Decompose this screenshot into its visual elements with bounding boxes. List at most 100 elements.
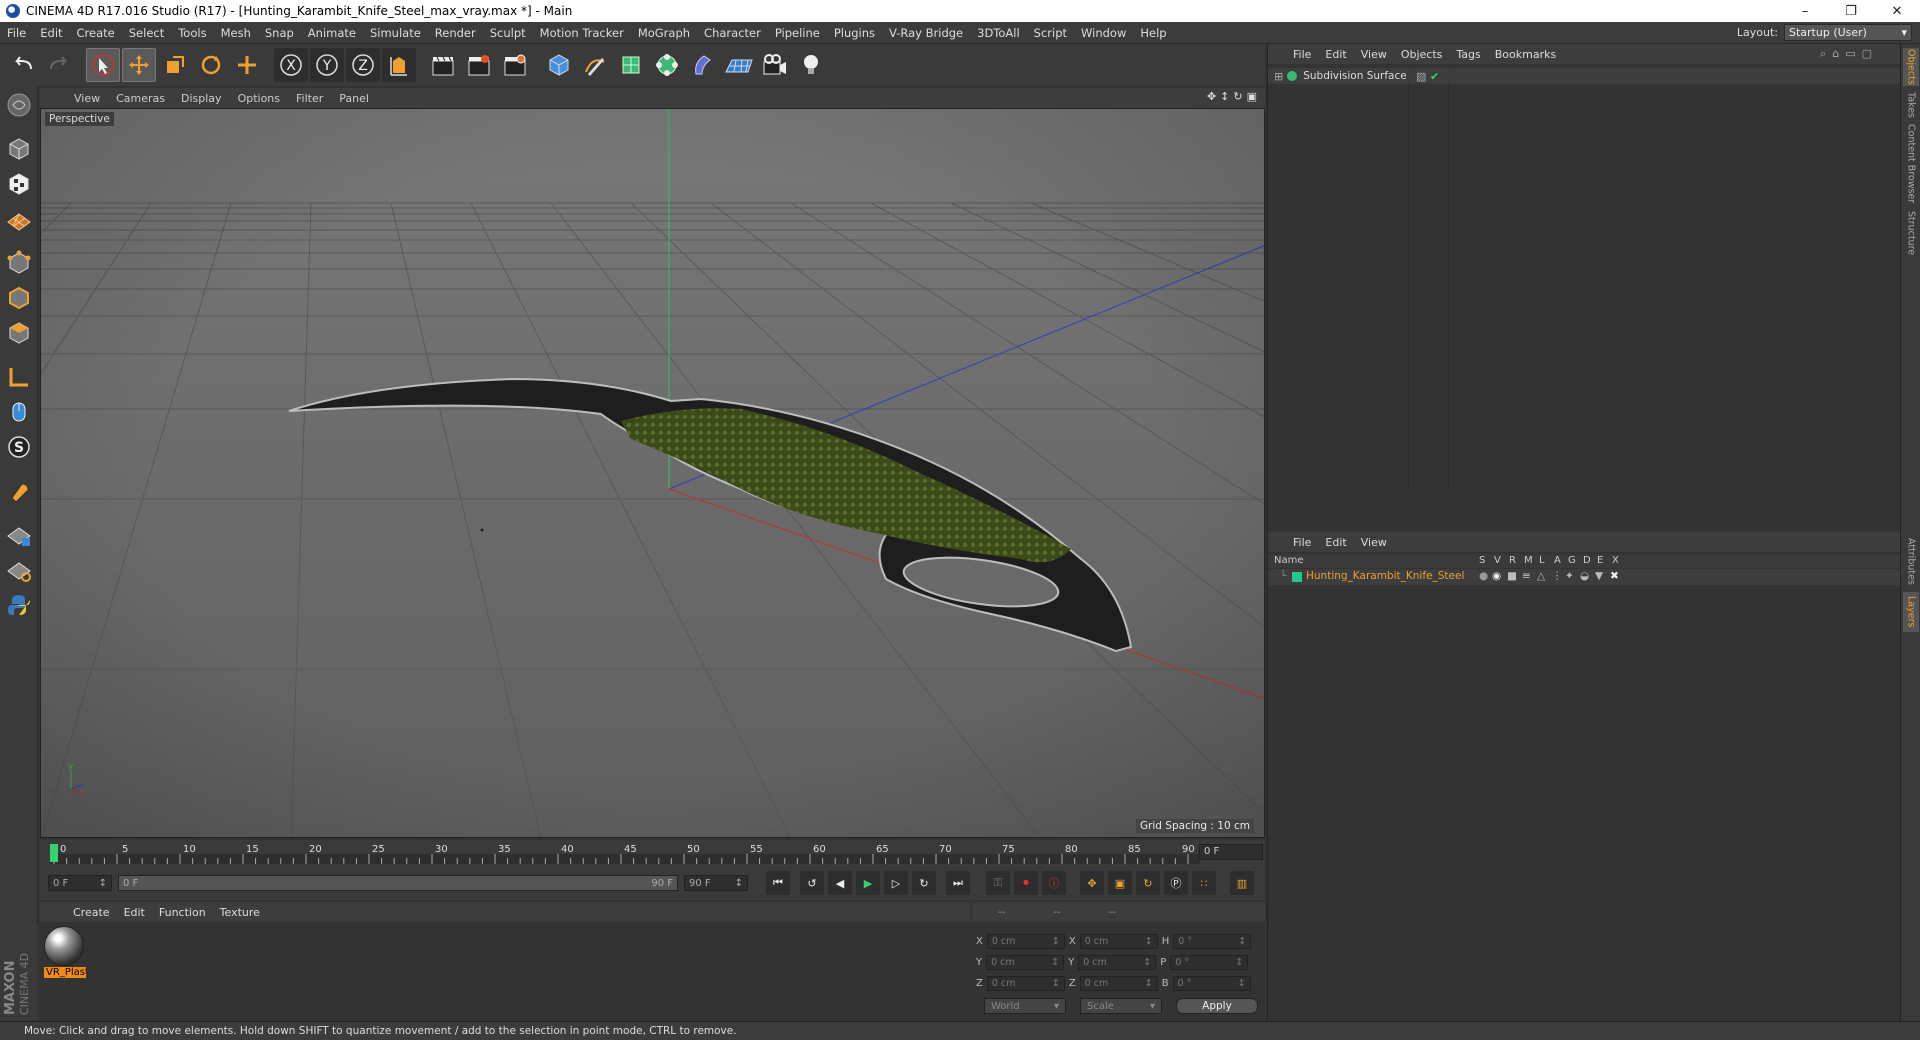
dolly-view-icon[interactable]: ↕ <box>1220 90 1229 103</box>
menu-motion-tracker[interactable]: Motion Tracker <box>533 26 631 40</box>
layer-color-swatch[interactable] <box>1292 572 1302 582</box>
pan-view-icon[interactable]: ✥ <box>1207 90 1216 103</box>
xref-toggle-icon[interactable]: ✖ <box>1610 570 1619 582</box>
stepper-icon[interactable]: ↕ <box>1238 978 1246 989</box>
animation-toggle-icon[interactable]: ⋮ <box>1552 570 1563 582</box>
layer-menu-file[interactable]: File <box>1286 536 1318 549</box>
tab-content-browser[interactable]: Content Browser <box>1903 124 1919 204</box>
snapping-button[interactable]: S <box>3 431 35 463</box>
start-frame-field[interactable]: 0 F ↕ <box>48 875 112 891</box>
menu-select[interactable]: Select <box>122 26 171 40</box>
key-pla-button[interactable]: ∷ <box>1192 871 1216 895</box>
expand-icon[interactable]: ⊞ <box>1274 70 1283 83</box>
menu-window[interactable]: Window <box>1074 26 1133 40</box>
edges-mode-button[interactable] <box>3 282 35 314</box>
record-motion-button[interactable]: ⚿ <box>986 871 1010 895</box>
stepper-icon[interactable]: ↕ <box>99 878 107 889</box>
layer-menu-edit[interactable]: Edit <box>1318 536 1353 549</box>
viewport-menu-display[interactable]: Display <box>173 92 230 105</box>
coordinate-system-button[interactable] <box>382 48 416 82</box>
object-menu-view[interactable]: View <box>1354 48 1394 61</box>
material-menu-edit[interactable]: Edit <box>117 906 152 919</box>
object-menu-bookmarks[interactable]: Bookmarks <box>1488 48 1563 61</box>
viewport-menu-panel[interactable]: Panel <box>331 92 377 105</box>
pos-y-field[interactable]: 0 cm ↕ <box>986 955 1065 970</box>
object-row-subdivision-surface[interactable]: ⊞ Subdivision Surface ▨ ✔ <box>1268 68 1901 84</box>
next-key-button[interactable]: ↻ <box>912 871 936 895</box>
add-nurbs-button[interactable] <box>614 48 648 82</box>
tab-takes[interactable]: Takes <box>1903 90 1919 120</box>
menu-simulate[interactable]: Simulate <box>363 26 428 40</box>
minimize-panel-icon[interactable]: ▭ <box>1845 47 1855 61</box>
play-button[interactable]: ▶ <box>856 871 880 895</box>
tab-attributes[interactable]: Attributes <box>1903 534 1919 588</box>
render-settings-button[interactable] <box>498 48 532 82</box>
current-frame-field[interactable]: 0 F <box>1199 844 1263 860</box>
key-scale-button[interactable]: ▣ <box>1108 871 1132 895</box>
add-light-button[interactable] <box>794 48 828 82</box>
rotate-tool-button[interactable] <box>194 48 228 82</box>
goto-start-button[interactable]: ⏮ <box>766 871 790 895</box>
polygons-mode-button[interactable] <box>3 317 35 349</box>
menu-help[interactable]: Help <box>1133 26 1173 40</box>
magnet-button[interactable] <box>3 475 35 507</box>
z-axis-lock-button[interactable]: Z <box>346 48 380 82</box>
menu-edit[interactable]: Edit <box>33 26 69 40</box>
menu-vray-bridge[interactable]: V-Ray Bridge <box>882 26 970 40</box>
orbit-view-icon[interactable]: ↻ <box>1233 90 1242 103</box>
pos-z-field[interactable]: 0 cm ↕ <box>986 976 1065 991</box>
tab-objects[interactable]: Objects <box>1903 48 1919 86</box>
home-icon[interactable]: ⌂ <box>1832 47 1839 61</box>
rot-b-field[interactable]: 0 ° ↕ <box>1172 976 1251 991</box>
frame-range-slider[interactable]: 0 F 90 F <box>118 875 678 891</box>
coordinate-space-dropdown[interactable]: World ▾ <box>984 998 1066 1014</box>
stepper-icon[interactable]: ↕ <box>1235 957 1243 968</box>
menu-sculpt[interactable]: Sculpt <box>483 26 533 40</box>
menu-script[interactable]: Script <box>1027 26 1074 40</box>
key-position-button[interactable]: ✥ <box>1080 871 1104 895</box>
tab-layers[interactable]: Layers <box>1903 592 1919 632</box>
add-floor-button[interactable] <box>722 48 756 82</box>
viewport-menu-options[interactable]: Options <box>230 92 288 105</box>
menu-snap[interactable]: Snap <box>258 26 301 40</box>
perspective-viewport[interactable]: y Perspective Grid Spacing : 10 cm <box>40 108 1265 838</box>
material-menu-create[interactable]: Create <box>66 906 117 919</box>
key-rotation-button[interactable]: ↻ <box>1136 871 1160 895</box>
scale-tool-button[interactable] <box>158 48 192 82</box>
restore-icon[interactable]: ❐ <box>1828 0 1874 22</box>
close-icon[interactable]: ✕ <box>1874 0 1920 22</box>
apply-button[interactable]: Apply <box>1176 998 1258 1014</box>
menu-create[interactable]: Create <box>70 26 122 40</box>
size-z-field[interactable]: 0 cm ↕ <box>1079 976 1158 991</box>
visibility-icon[interactable]: ▨ <box>1416 70 1426 83</box>
solo-toggle-icon[interactable]: ● <box>1479 570 1488 582</box>
size-y-field[interactable]: 0 cm ↕ <box>1078 955 1157 970</box>
points-mode-button[interactable] <box>3 247 35 279</box>
minimize-icon[interactable]: – <box>1782 0 1828 22</box>
record-active-button[interactable]: ⏺ <box>1014 871 1038 895</box>
menu-mesh[interactable]: Mesh <box>214 26 258 40</box>
prev-frame-button[interactable]: ◀ <box>828 871 852 895</box>
add-deformer-button[interactable] <box>686 48 720 82</box>
render-toggle-icon[interactable]: ■ <box>1507 570 1517 582</box>
material-swatch[interactable]: VR_Plast <box>44 926 86 980</box>
viewport-menu-cameras[interactable]: Cameras <box>108 92 173 105</box>
stepper-icon[interactable]: ↕ <box>735 878 743 889</box>
menu-animate[interactable]: Animate <box>301 26 363 40</box>
menu-3dtoall[interactable]: 3DToAll <box>970 26 1027 40</box>
menu-plugins[interactable]: Plugins <box>827 26 882 40</box>
timeline-ruler[interactable]: 0 5 10 15 20 25 30 35 40 45 50 55 60 65 … <box>40 840 1265 866</box>
recent-tool-button[interactable] <box>230 48 264 82</box>
viewport-menu-view[interactable]: View <box>66 92 108 105</box>
size-x-field[interactable]: 0 cm ↕ <box>1079 934 1158 949</box>
key-parameter-button[interactable]: Ⓟ <box>1164 871 1188 895</box>
expression-toggle-icon[interactable]: ▼ <box>1595 570 1603 582</box>
material-menu-function[interactable]: Function <box>152 906 213 919</box>
pos-x-field[interactable]: 0 cm ↕ <box>986 934 1065 949</box>
rot-h-field[interactable]: 0 ° ↕ <box>1173 934 1252 949</box>
layer-name[interactable]: Hunting_Karambit_Knife_Steel <box>1306 570 1464 582</box>
menu-tools[interactable]: Tools <box>171 26 213 40</box>
view-toggle-icon[interactable]: ◉ <box>1492 570 1501 582</box>
maximize-panel-icon[interactable]: ▢ <box>1862 47 1872 61</box>
toggle-view-icon[interactable]: ▣ <box>1247 90 1257 103</box>
